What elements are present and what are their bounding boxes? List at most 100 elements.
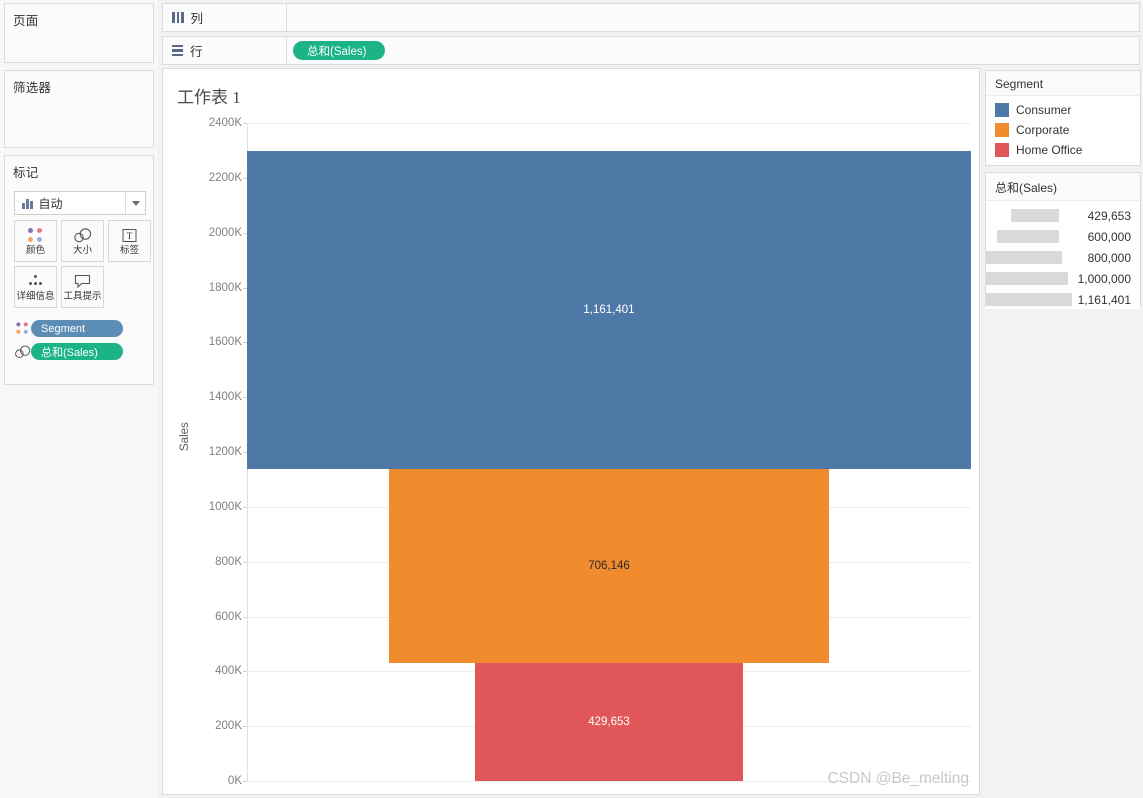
color-legend: Segment Consumer Corporate Home Office	[985, 70, 1141, 166]
axis-tick	[243, 506, 247, 508]
worksheet-view: 工作表 1 Sales 0K 200K 400K 600K 800K 1000K 1200K…	[162, 68, 980, 795]
legend-color-swatch	[995, 143, 1009, 157]
tooltip-bubble-icon	[74, 272, 91, 291]
size-legend: 总和(Sales) 429,653 600,000 800,000 1,000,000…	[985, 172, 1141, 309]
color-legend-title: Segment	[986, 71, 1140, 96]
marks-pill-segment-label[interactable]: Segment	[31, 320, 123, 337]
columns-label-text: 列	[190, 12, 204, 26]
y-axis-tick-label: 600K	[215, 610, 242, 623]
color-button-label: 颜色	[25, 245, 45, 256]
bar-chart-icon	[22, 198, 33, 209]
size-legend-item[interactable]: 600,000	[986, 226, 1140, 247]
marks-pill-sales-label[interactable]: 总和(Sales)	[31, 343, 123, 360]
legend-item-label: Corporate	[1016, 123, 1070, 137]
rows-shelf-label: 行	[163, 37, 287, 64]
size-button[interactable]: 大小	[61, 220, 104, 262]
columns-icon	[172, 12, 184, 23]
marks-pill-sales[interactable]: 总和(Sales)	[14, 343, 123, 360]
label-button[interactable]: T 标签	[108, 220, 151, 262]
size-circles-icon	[14, 345, 31, 359]
size-legend-value: 600,000	[1087, 229, 1131, 244]
size-legend-swatch	[1011, 209, 1059, 222]
pages-card-title: 页面	[13, 14, 39, 28]
size-legend-swatch	[986, 251, 1062, 264]
rows-icon	[172, 44, 183, 57]
y-axis-tick-label: 400K	[215, 665, 242, 678]
watermark: CSDN @Be_melting	[827, 770, 969, 787]
size-legend-item[interactable]: 1,000,000	[986, 268, 1140, 289]
label-button-label: 标签	[119, 245, 139, 256]
tooltip-button[interactable]: 工具提示	[61, 266, 104, 308]
legend-item[interactable]: Corporate	[986, 120, 1140, 140]
size-legend-item[interactable]: 800,000	[986, 247, 1140, 268]
chevron-down-icon[interactable]	[125, 192, 145, 214]
color-dots-icon	[14, 321, 31, 336]
size-legend-item[interactable]: 429,653	[986, 205, 1140, 226]
columns-shelf[interactable]: 列	[162, 3, 1140, 32]
detail-button[interactable]: 详细信息	[14, 266, 57, 308]
mark-type-label: 自动	[38, 196, 63, 211]
bar-label: 429,653	[588, 716, 630, 729]
svg-text:T: T	[127, 231, 133, 241]
size-legend-title: 总和(Sales)	[986, 173, 1140, 201]
y-axis-tick-label: 1400K	[208, 391, 242, 404]
size-legend-swatch	[986, 272, 1069, 285]
legend-item[interactable]: Consumer	[986, 100, 1140, 120]
gridline	[247, 123, 971, 124]
axis-tick	[243, 726, 247, 728]
bar-label: 1,161,401	[583, 304, 635, 317]
axis-tick	[243, 561, 247, 563]
size-legend-items: 429,653 600,000 800,000 1,000,000 1,161,401	[986, 201, 1140, 309]
rows-label-text: 行	[190, 45, 203, 59]
y-axis-tick-label: 1600K	[208, 336, 242, 349]
rows-shelf[interactable]: 行 总和(Sales)	[162, 36, 1140, 65]
detail-dots-icon	[28, 272, 44, 291]
axis-tick	[243, 616, 247, 618]
filters-card-title: 筛选器	[13, 81, 52, 95]
size-legend-item[interactable]: 1,161,401	[986, 289, 1140, 310]
size-legend-swatch	[986, 293, 1072, 306]
rows-shelf-dropzone[interactable]: 总和(Sales)	[287, 37, 1139, 64]
size-legend-swatch	[997, 230, 1059, 243]
color-button[interactable]: 颜色	[14, 220, 57, 262]
y-axis-tick-label: 1200K	[208, 446, 242, 458]
pages-card: 页面	[4, 3, 154, 63]
color-legend-items: Consumer Corporate Home Office	[986, 96, 1140, 165]
y-axis-tick-label: 800K	[215, 555, 242, 568]
rows-pill-sales[interactable]: 总和(Sales)	[293, 41, 385, 60]
tableau-window: 页面 筛选器 标记 自动 颜色 大小 T 标签 详细信息 工具提示 Segmen…	[0, 0, 1143, 798]
legend-item[interactable]: Home Office	[986, 140, 1140, 160]
y-axis-tick-label: 2400K	[208, 117, 242, 129]
legend-item-label: Consumer	[1016, 103, 1072, 117]
y-axis-tick-label: 2200K	[208, 171, 242, 184]
columns-shelf-dropzone[interactable]	[287, 4, 1139, 31]
y-axis-title: Sales	[179, 422, 191, 451]
y-axis-tick-label: 200K	[215, 720, 242, 733]
y-axis-tick-label: 1000K	[208, 500, 242, 513]
size-button-label: 大小	[72, 245, 92, 256]
size-legend-value: 800,000	[1087, 250, 1131, 265]
detail-button-label: 详细信息	[16, 291, 55, 302]
marks-pill-segment[interactable]: Segment	[14, 320, 123, 337]
page-title: 工作表 1	[177, 88, 241, 107]
filters-card: 筛选器	[4, 70, 154, 148]
bar-label: 706,146	[588, 560, 630, 573]
marks-card: 标记 自动 颜色 大小 T 标签 详细信息 工具提示 Segment 总和(Sa…	[4, 155, 154, 385]
chart-plot-area: 0K 200K 400K 600K 800K 1000K 1200K 1400K 1600K 18…	[209, 117, 971, 787]
size-legend-value: 1,000,000	[1077, 271, 1131, 286]
size-legend-value: 429,653	[1087, 208, 1131, 223]
y-axis-tick-label: 0K	[227, 775, 242, 787]
axis-tick	[243, 671, 247, 673]
axis-tick	[243, 123, 247, 124]
color-dots-icon	[28, 226, 43, 245]
label-text-icon: T	[122, 226, 137, 245]
size-circles-icon	[73, 226, 92, 245]
shelf-container: 列 行 总和(Sales)	[162, 3, 1140, 69]
legend-color-swatch	[995, 103, 1009, 117]
legend-color-swatch	[995, 123, 1009, 137]
legend-item-label: Home Office	[1016, 143, 1083, 157]
marks-card-title: 标记	[13, 166, 39, 180]
y-axis-tick-label: 2000K	[208, 226, 242, 239]
mark-type-dropdown[interactable]: 自动	[14, 191, 146, 215]
left-sidebar: 页面 筛选器 标记 自动 颜色 大小 T 标签 详细信息 工具提示 Segmen…	[0, 0, 158, 798]
